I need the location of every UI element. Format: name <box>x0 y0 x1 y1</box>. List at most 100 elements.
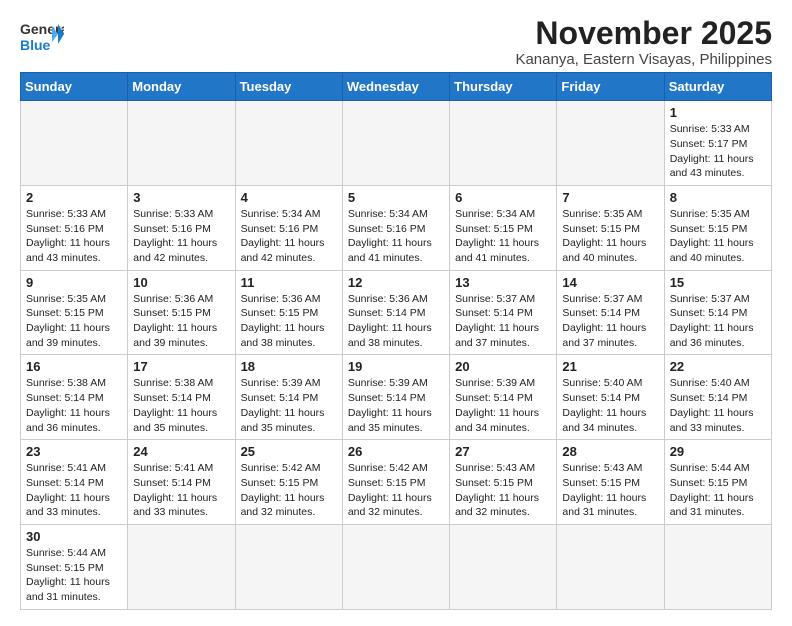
day-info: Sunrise: 5:42 AMSunset: 5:15 PMDaylight:… <box>348 461 444 520</box>
calendar-day-cell: 4Sunrise: 5:34 AMSunset: 5:16 PMDaylight… <box>235 185 342 270</box>
day-number: 16 <box>26 359 122 374</box>
day-number: 3 <box>133 190 229 205</box>
calendar-day-cell: 5Sunrise: 5:34 AMSunset: 5:16 PMDaylight… <box>342 185 449 270</box>
day-number: 18 <box>241 359 337 374</box>
day-info: Sunrise: 5:40 AMSunset: 5:14 PMDaylight:… <box>562 376 658 435</box>
calendar-day-cell: 7 Sunrise: 5:35 AMSunset: 5:15 PMDaylight… <box>557 185 664 270</box>
calendar-day-cell: 13 Sunrise: 5:37 AMSunset: 5:14 PMDayligh… <box>450 270 557 355</box>
calendar-day-cell: 12 Sunrise: 5:36 AMSunset: 5:14 PMDayligh… <box>342 270 449 355</box>
calendar-day-cell: 16 Sunrise: 5:38 AMSunset: 5:14 PMDayligh… <box>21 355 128 440</box>
day-info: Sunrise: 5:43 AMSunset: 5:15 PMDaylight:… <box>455 461 551 520</box>
day-info: Sunrise: 5:43 AMSunset: 5:15 PMDaylight:… <box>562 461 658 520</box>
weekday-header-sunday: Sunday <box>21 73 128 101</box>
calendar-day-cell: 19 Sunrise: 5:39 AMSunset: 5:14 PMDayligh… <box>342 355 449 440</box>
day-info: Sunrise: 5:35 AMSunset: 5:15 PMDaylight:… <box>562 207 658 266</box>
day-info: Sunrise: 5:38 AMSunset: 5:14 PMDaylight:… <box>26 376 122 435</box>
day-info: Sunrise: 5:38 AMSunset: 5:14 PMDaylight:… <box>133 376 229 435</box>
day-number: 30 <box>26 529 122 544</box>
day-info: Sunrise: 5:39 AMSunset: 5:14 PMDaylight:… <box>455 376 551 435</box>
svg-text:Blue: Blue <box>20 37 51 53</box>
day-info: Sunrise: 5:34 AMSunset: 5:16 PMDaylight:… <box>241 207 337 266</box>
day-number: 9 <box>26 275 122 290</box>
day-number: 7 <box>562 190 658 205</box>
day-number: 28 <box>562 444 658 459</box>
calendar-day-cell: 29 Sunrise: 5:44 AMSunset: 5:15 PMDayligh… <box>664 440 771 525</box>
logo-icon: General Blue <box>20 16 64 59</box>
calendar-day-cell: 21 Sunrise: 5:40 AMSunset: 5:14 PMDayligh… <box>557 355 664 440</box>
day-number: 13 <box>455 275 551 290</box>
weekday-header-tuesday: Tuesday <box>235 73 342 101</box>
weekday-header-wednesday: Wednesday <box>342 73 449 101</box>
header: General Blue November 2025 Kananya, East… <box>20 16 772 68</box>
calendar-day-cell: 23Sunrise: 5:41 AMSunset: 5:14 PMDayligh… <box>21 440 128 525</box>
calendar-day-cell: 8 Sunrise: 5:35 AMSunset: 5:15 PMDaylight… <box>664 185 771 270</box>
location-subtitle: Kananya, Eastern Visayas, Philippines <box>515 51 772 68</box>
calendar-day-cell <box>664 524 771 609</box>
calendar-day-cell: 30Sunrise: 5:44 AMSunset: 5:15 PMDayligh… <box>21 524 128 609</box>
day-number: 11 <box>241 275 337 290</box>
calendar-day-cell: 22Sunrise: 5:40 AMSunset: 5:14 PMDayligh… <box>664 355 771 440</box>
calendar-day-cell <box>450 101 557 186</box>
calendar-day-cell: 10Sunrise: 5:36 AMSunset: 5:15 PMDayligh… <box>128 270 235 355</box>
day-number: 24 <box>133 444 229 459</box>
day-info: Sunrise: 5:33 AMSunset: 5:17 PMDaylight:… <box>670 122 766 181</box>
calendar-day-cell <box>235 101 342 186</box>
day-info: Sunrise: 5:40 AMSunset: 5:14 PMDaylight:… <box>670 376 766 435</box>
calendar-week-row: 9Sunrise: 5:35 AMSunset: 5:15 PMDaylight… <box>21 270 772 355</box>
day-info: Sunrise: 5:39 AMSunset: 5:14 PMDaylight:… <box>241 376 337 435</box>
calendar-day-cell: 11 Sunrise: 5:36 AMSunset: 5:15 PMDayligh… <box>235 270 342 355</box>
day-number: 29 <box>670 444 766 459</box>
calendar-day-cell <box>557 524 664 609</box>
day-info: Sunrise: 5:39 AMSunset: 5:14 PMDaylight:… <box>348 376 444 435</box>
calendar-day-cell: 15Sunrise: 5:37 AMSunset: 5:14 PMDayligh… <box>664 270 771 355</box>
calendar-week-row: 2Sunrise: 5:33 AMSunset: 5:16 PMDaylight… <box>21 185 772 270</box>
calendar-day-cell: 27 Sunrise: 5:43 AMSunset: 5:15 PMDayligh… <box>450 440 557 525</box>
day-info: Sunrise: 5:37 AMSunset: 5:14 PMDaylight:… <box>670 292 766 351</box>
day-number: 12 <box>348 275 444 290</box>
calendar-day-cell: 1 Sunrise: 5:33 AMSunset: 5:17 PMDaylight… <box>664 101 771 186</box>
day-number: 5 <box>348 190 444 205</box>
day-info: Sunrise: 5:33 AMSunset: 5:16 PMDaylight:… <box>133 207 229 266</box>
day-number: 1 <box>670 105 766 120</box>
calendar-day-cell: 2Sunrise: 5:33 AMSunset: 5:16 PMDaylight… <box>21 185 128 270</box>
calendar-table: SundayMondayTuesdayWednesdayThursdayFrid… <box>20 72 772 610</box>
day-info: Sunrise: 5:35 AMSunset: 5:15 PMDaylight:… <box>670 207 766 266</box>
calendar-day-cell <box>128 524 235 609</box>
calendar-day-cell: 18 Sunrise: 5:39 AMSunset: 5:14 PMDayligh… <box>235 355 342 440</box>
weekday-header-saturday: Saturday <box>664 73 771 101</box>
weekday-header-friday: Friday <box>557 73 664 101</box>
calendar-day-cell <box>450 524 557 609</box>
day-info: Sunrise: 5:41 AMSunset: 5:14 PMDaylight:… <box>26 461 122 520</box>
logo-area: General Blue <box>20 16 64 59</box>
day-number: 27 <box>455 444 551 459</box>
day-number: 19 <box>348 359 444 374</box>
day-info: Sunrise: 5:33 AMSunset: 5:16 PMDaylight:… <box>26 207 122 266</box>
day-info: Sunrise: 5:34 AMSunset: 5:15 PMDaylight:… <box>455 207 551 266</box>
day-number: 25 <box>241 444 337 459</box>
day-number: 17 <box>133 359 229 374</box>
calendar-week-row: 30Sunrise: 5:44 AMSunset: 5:15 PMDayligh… <box>21 524 772 609</box>
day-info: Sunrise: 5:36 AMSunset: 5:15 PMDaylight:… <box>133 292 229 351</box>
weekday-header-monday: Monday <box>128 73 235 101</box>
month-title: November 2025 <box>515 16 772 51</box>
weekday-header-thursday: Thursday <box>450 73 557 101</box>
calendar-header-row: SundayMondayTuesdayWednesdayThursdayFrid… <box>21 73 772 101</box>
day-number: 26 <box>348 444 444 459</box>
calendar-week-row: 16 Sunrise: 5:38 AMSunset: 5:14 PMDayligh… <box>21 355 772 440</box>
calendar-day-cell: 20 Sunrise: 5:39 AMSunset: 5:14 PMDayligh… <box>450 355 557 440</box>
day-number: 20 <box>455 359 551 374</box>
day-info: Sunrise: 5:36 AMSunset: 5:15 PMDaylight:… <box>241 292 337 351</box>
day-info: Sunrise: 5:37 AMSunset: 5:14 PMDaylight:… <box>455 292 551 351</box>
calendar-day-cell <box>342 101 449 186</box>
day-number: 14 <box>562 275 658 290</box>
calendar-day-cell: 9Sunrise: 5:35 AMSunset: 5:15 PMDaylight… <box>21 270 128 355</box>
day-number: 21 <box>562 359 658 374</box>
day-info: Sunrise: 5:41 AMSunset: 5:14 PMDaylight:… <box>133 461 229 520</box>
day-info: Sunrise: 5:36 AMSunset: 5:14 PMDaylight:… <box>348 292 444 351</box>
calendar-week-row: 1 Sunrise: 5:33 AMSunset: 5:17 PMDaylight… <box>21 101 772 186</box>
day-number: 8 <box>670 190 766 205</box>
calendar-day-cell: 3 Sunrise: 5:33 AMSunset: 5:16 PMDaylight… <box>128 185 235 270</box>
calendar-day-cell: 6Sunrise: 5:34 AMSunset: 5:15 PMDaylight… <box>450 185 557 270</box>
calendar-day-cell <box>235 524 342 609</box>
day-info: Sunrise: 5:44 AMSunset: 5:15 PMDaylight:… <box>670 461 766 520</box>
